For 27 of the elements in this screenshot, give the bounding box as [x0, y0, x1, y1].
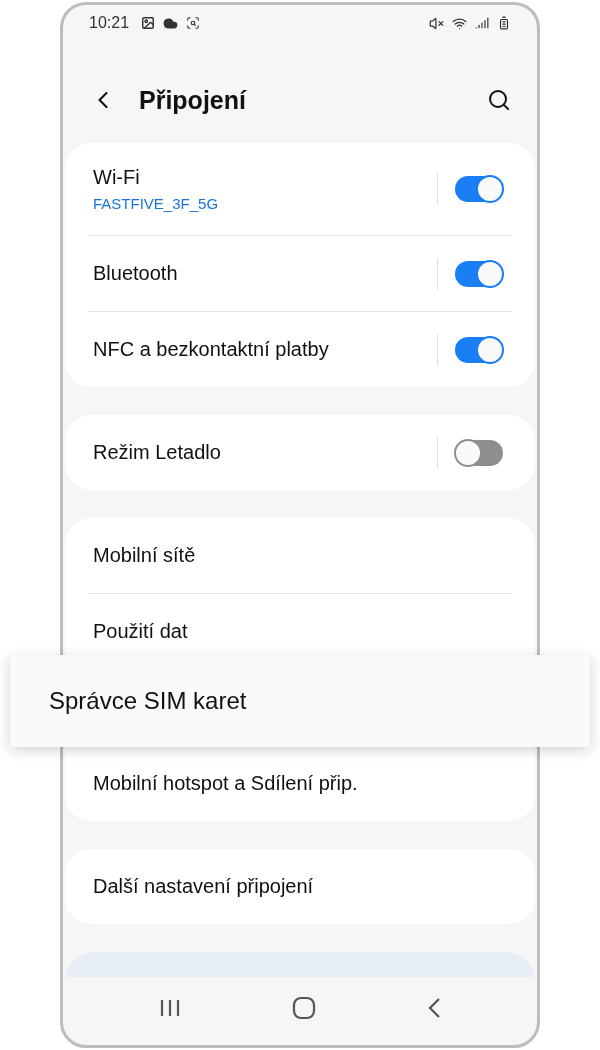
- wifi-icon: [452, 15, 467, 31]
- image-icon: [141, 16, 156, 30]
- back-icon[interactable]: [427, 997, 442, 1019]
- signal-icon: [475, 16, 489, 30]
- setting-label[interactable]: Další nastavení připojení: [93, 875, 314, 898]
- toggle-switch[interactable]: [455, 260, 503, 287]
- toggle-switch[interactable]: [455, 336, 503, 363]
- recent-apps-icon[interactable]: [158, 998, 181, 1018]
- setting-label[interactable]: Bluetooth: [93, 262, 437, 285]
- toggle-switch[interactable]: [455, 439, 503, 466]
- mute-icon: [429, 15, 444, 31]
- setting-label[interactable]: Mobilní sítě: [93, 544, 196, 567]
- setting-label[interactable]: Wi-Fi: [93, 166, 437, 189]
- screenshot-icon: [186, 16, 201, 30]
- home-icon[interactable]: [292, 996, 316, 1020]
- setting-label[interactable]: Režim Letadlo: [93, 441, 437, 464]
- cloud-icon: [163, 15, 179, 31]
- search-icon[interactable]: [487, 88, 511, 112]
- page-title: Připojení: [139, 85, 248, 115]
- network-name: FASTFIVE_3F_5G: [93, 195, 220, 212]
- battery-icon: [497, 16, 511, 30]
- setting-label[interactable]: Použití dat: [93, 620, 188, 643]
- setting-label[interactable]: NFC a bezkontaktní platby: [93, 338, 437, 361]
- toggle-switch[interactable]: [455, 176, 503, 202]
- status-time: 10:21: [89, 14, 130, 32]
- highlighted-menu-item[interactable]: Správce SIM karet: [10, 655, 590, 747]
- setting-label[interactable]: Mobilní hotspot a Sdílení přip.: [93, 772, 358, 795]
